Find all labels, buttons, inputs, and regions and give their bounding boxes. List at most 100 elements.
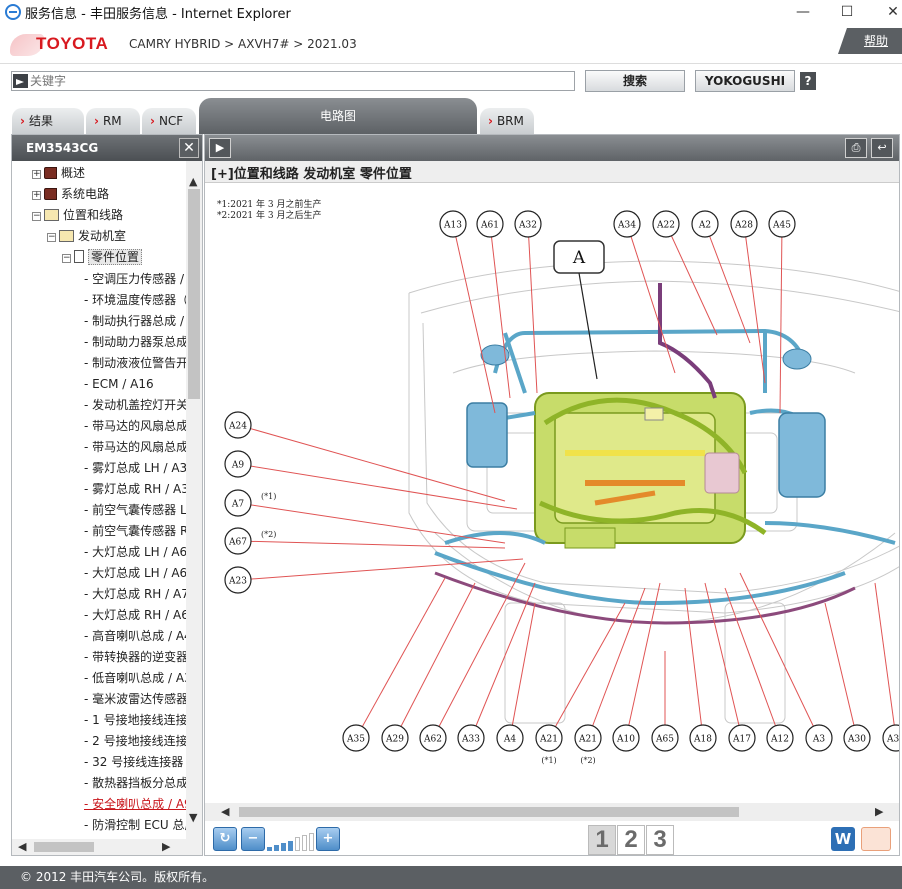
tree-leaf-item[interactable]: - 2 号接地接线连接器 / xyxy=(84,731,188,752)
comment-icon[interactable] xyxy=(861,827,891,851)
tree-leaf-item[interactable]: - 防滑控制 ECU 总成（ xyxy=(84,815,188,836)
tree-leaf-item[interactable]: - 低音喇叭总成 / A3 xyxy=(84,668,188,689)
tree-leaf-item[interactable]: - 大灯总成 RH / A67 xyxy=(84,605,188,626)
tree-leaf-item[interactable]: - ECM / A16 xyxy=(84,374,154,395)
search-box xyxy=(11,71,575,91)
tree-leaf-item[interactable]: - 1 号接地接线连接器 / xyxy=(84,710,188,731)
scroll-thumb[interactable] xyxy=(34,842,94,852)
tree-leaf-item[interactable]: - 制动助力器泵总成 / A xyxy=(84,332,188,353)
tree-leaf-item[interactable]: - 环境温度传感器（热敏 xyxy=(84,290,188,311)
scroll-right-icon[interactable]: ▶ xyxy=(162,840,170,853)
tree-leaf-item[interactable]: - 雾灯总成 RH / A35 xyxy=(84,479,188,500)
refresh-icon[interactable]: ↻ xyxy=(213,827,237,851)
tree-leaf-item[interactable]: - 32 号接线连接器 / A xyxy=(84,752,188,773)
scroll-right-icon[interactable]: ▶ xyxy=(875,805,883,818)
leader-line xyxy=(489,223,511,399)
scroll-thumb[interactable] xyxy=(188,189,200,399)
leader-line xyxy=(452,223,496,414)
vertical-scrollbar[interactable]: ▲ ▼ xyxy=(186,161,202,841)
collapse-icon[interactable]: − xyxy=(32,212,41,221)
expand-icon[interactable]: + xyxy=(32,191,41,200)
tree-leaf-item[interactable]: - 制动执行器总成 / A61 xyxy=(84,311,188,332)
tab-results[interactable]: › 结果 xyxy=(12,108,84,134)
diagram-horizontal-scrollbar[interactable]: ◀ ▶ xyxy=(205,803,899,821)
tree-node-engine-room[interactable]: − 发动机室 xyxy=(47,226,126,246)
tree-node-parts-location[interactable]: − 零件位置 xyxy=(62,247,143,267)
tree-leaf-item[interactable]: - 空调压力传感器 / A13 xyxy=(84,269,188,290)
print-icon[interactable]: ⎙ xyxy=(845,138,867,158)
tree-leaf-item[interactable]: - 大灯总成 LH / A66 xyxy=(84,563,188,584)
wiring-diagram: A *1:2021 年 3 月之前生产 *2:2021 年 3 月之后生产 A13 A6… xyxy=(205,183,899,803)
maximize-button[interactable]: ☐ xyxy=(832,2,862,22)
tree-node-overview[interactable]: + 概述 xyxy=(32,163,85,183)
tree-leaf-item[interactable]: - 制动液液位警告开关 / xyxy=(84,353,188,374)
connector-label: A35 xyxy=(346,735,365,745)
leader-line xyxy=(237,502,506,544)
tab-brm[interactable]: › BRM xyxy=(480,108,534,134)
zoom-level-bar[interactable] xyxy=(302,835,307,851)
word-export-icon[interactable]: W xyxy=(831,827,855,851)
scroll-left-icon[interactable]: ◀ xyxy=(221,805,229,818)
horizontal-scrollbar[interactable]: ◀ ▶ xyxy=(12,839,202,855)
tree-leaf-item[interactable]: - 前空气囊传感器 RH / xyxy=(84,521,188,542)
zoom-level-bar[interactable] xyxy=(309,833,314,851)
tab-wiring-diagram[interactable]: 电路图 xyxy=(199,98,477,134)
tree-leaf-item[interactable]: - 雾灯总成 LH / A36 xyxy=(84,458,188,479)
connector-label: A2 xyxy=(698,221,711,231)
tree-node-system-circuits[interactable]: + 系统电路 xyxy=(32,184,109,204)
return-icon[interactable]: ↩ xyxy=(871,138,893,158)
collapse-icon[interactable]: − xyxy=(47,233,56,242)
tree-node-label: 系统电路 xyxy=(61,187,110,201)
engine-room-diagram: A *1:2021 年 3 月之前生产*2:2021 年 3 月之后生产 A13 A6… xyxy=(217,198,899,765)
zoom-level-bar[interactable] xyxy=(274,845,279,851)
scroll-thumb[interactable] xyxy=(239,807,739,817)
scroll-down-icon[interactable]: ▼ xyxy=(189,811,197,824)
tab-ncf[interactable]: › NCF xyxy=(142,108,196,134)
tree-leaf-item[interactable]: - 高音喇叭总成 / A4 xyxy=(84,626,188,647)
tree-leaf-item[interactable]: - 前空气囊传感器 LH / xyxy=(84,500,188,521)
tree-leaf-item[interactable]: - 带转换器的逆变器总成 xyxy=(84,647,188,668)
question-icon[interactable]: ? xyxy=(800,72,816,90)
help-link[interactable]: 帮助 xyxy=(838,28,902,54)
connector-label: A24 xyxy=(228,422,247,432)
scroll-up-icon[interactable]: ▲ xyxy=(189,175,197,188)
toyota-logo: TOYOTA xyxy=(36,34,109,53)
connector-label: A22 xyxy=(656,221,675,231)
tab-rm[interactable]: › RM xyxy=(86,108,140,134)
zoom-in-icon[interactable]: + xyxy=(316,827,340,851)
tree-leaf-item[interactable]: - 散热器挡板分总成 / A xyxy=(84,773,188,794)
close-panel-button[interactable]: ✕ xyxy=(179,138,199,158)
tree-node-location-routing[interactable]: − 位置和线路 xyxy=(32,205,123,225)
tree-leaf-item[interactable]: - 大灯总成 RH / A7 xyxy=(84,584,188,605)
search-button[interactable]: 搜索 xyxy=(585,70,685,92)
tree-leaf-item[interactable]: - 带马达的风扇总成 / A xyxy=(84,416,188,437)
zoom-level-bar[interactable] xyxy=(288,841,293,851)
leader-line xyxy=(394,582,476,739)
page-3-button[interactable]: 3 xyxy=(646,825,674,855)
scroll-left-icon[interactable]: ◀ xyxy=(18,840,26,853)
arrow-right-icon[interactable] xyxy=(13,74,28,88)
close-window-button[interactable]: ✕ xyxy=(878,2,902,22)
tree-leaf-item[interactable]: - 毫米波雷达传感器总成 xyxy=(84,689,188,710)
leader-line xyxy=(587,587,646,739)
zoom-level-bar[interactable] xyxy=(267,847,272,851)
connector-label: A17 xyxy=(732,735,751,745)
page-2-button[interactable]: 2 xyxy=(617,825,645,855)
tree-leaf-item[interactable]: - 安全喇叭总成 / A9 xyxy=(84,794,188,815)
zoom-out-icon[interactable]: − xyxy=(241,827,265,851)
tree-leaf-item[interactable]: - 大灯总成 LH / A6 xyxy=(84,542,187,563)
page-1-button[interactable]: 1 xyxy=(588,825,616,855)
collapse-icon[interactable]: − xyxy=(62,254,71,263)
tree-leaf-item[interactable]: - 带马达的风扇总成 / A xyxy=(84,437,188,458)
book-icon xyxy=(44,167,57,179)
minimize-button[interactable]: — xyxy=(788,2,818,22)
play-icon[interactable]: ▶ xyxy=(209,138,231,158)
expand-icon[interactable]: + xyxy=(32,170,41,179)
connector-label: A12 xyxy=(770,735,789,745)
production-note: *1:2021 年 3 月之前生产 xyxy=(217,198,321,210)
zoom-level-bar[interactable] xyxy=(281,843,286,851)
search-input[interactable] xyxy=(30,72,570,90)
zoom-level-bar[interactable] xyxy=(295,837,300,851)
yokogushi-button[interactable]: YOKOGUSHI xyxy=(695,70,795,92)
tree-leaf-item[interactable]: - 发动机盖控灯开关（发 xyxy=(84,395,188,416)
